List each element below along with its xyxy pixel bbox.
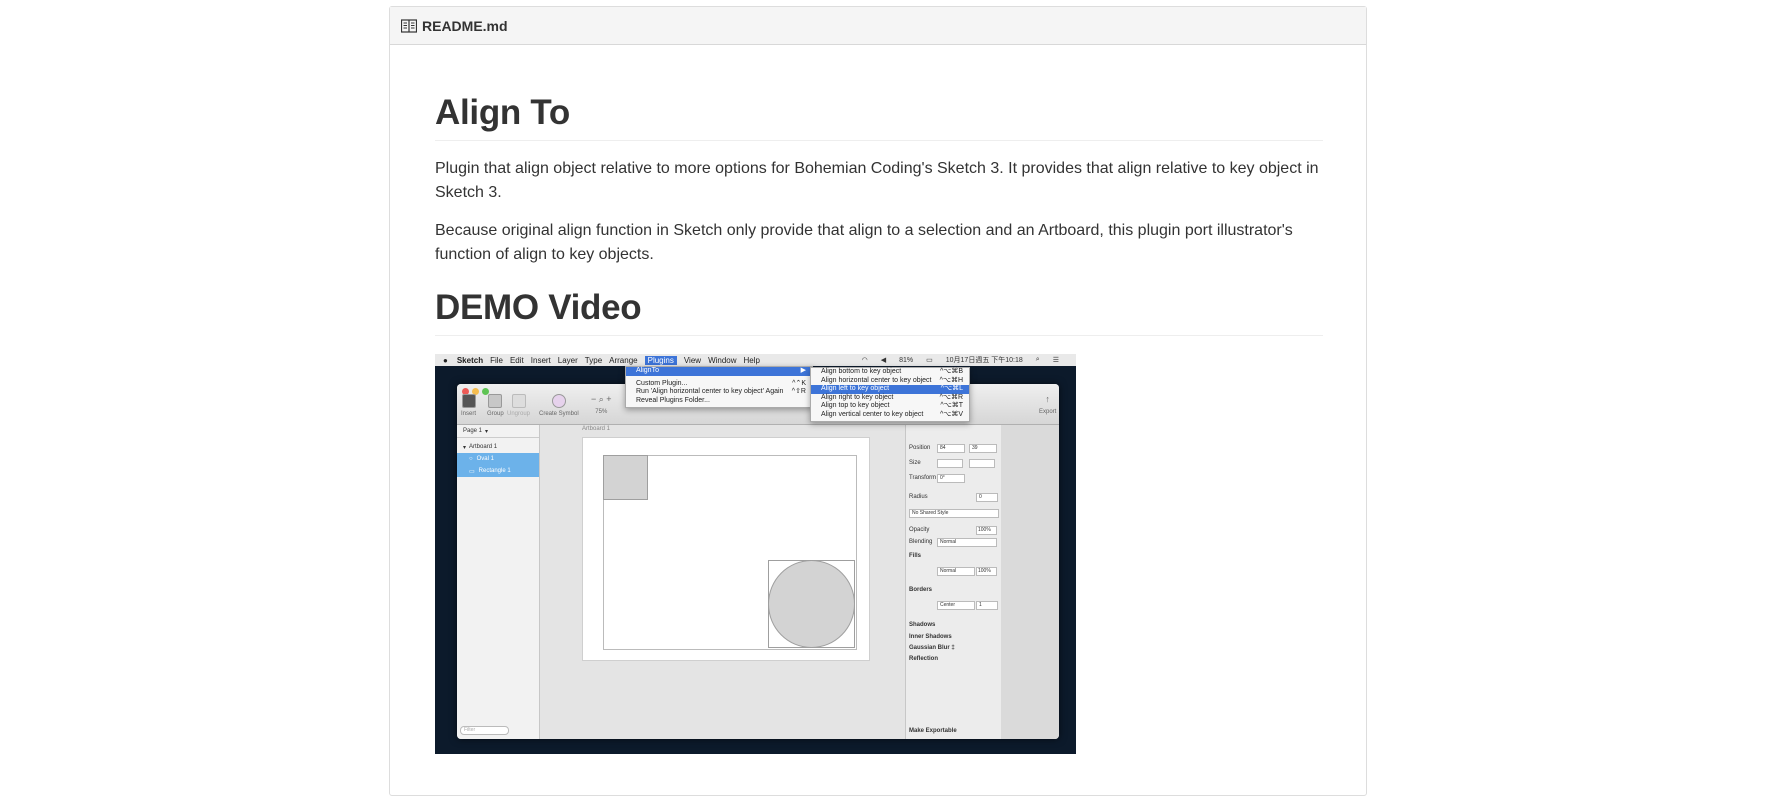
submenu-item-6: Align vertical center to key object ^⌥⌘V [821,410,963,418]
plugins-menu-item-2: Run 'Align horizontal center to key obje… [636,388,806,395]
inspector-panel: Position 84 39 Size Transform 0° Radius … [905,425,1002,739]
demo-heading: DEMO Video [435,287,1323,336]
menu-file: File [490,355,503,365]
description-paragraph-2: Because original align function in Sketc… [435,222,1293,263]
page-title: Align To [435,92,1323,141]
radius-field: 0 [976,493,998,502]
rotate-field: 0° [937,474,965,483]
submenu-item-1: Align bottom to key object ^⌥⌘B [821,368,963,375]
fill-opacity-field: 100% [976,567,997,576]
artboard [582,437,870,661]
spotlight-icon: ⌕ [1035,356,1040,363]
battery-icon: ▭ [926,357,933,364]
menu-help: Help [743,355,760,365]
rectangle-shape [603,455,648,500]
oval-icon: ○ [469,456,473,462]
wifi-icon: ◠ [861,357,868,364]
submenu-item-3: Align left to key object ^⌥⌘L [811,385,969,394]
border-position-select: Center [937,601,975,610]
gaussian-blur-label: Gaussian Blur ‡ [909,645,955,651]
height-field [969,459,995,468]
zoom-tool: − ⌕ +75% [591,394,612,415]
menu-sketch: Sketch [456,355,484,365]
rectangle-icon: ▭ [469,468,475,475]
size-label: Size [909,460,921,466]
shared-style-select: No Shared Style [909,509,999,518]
plugins-menu: AlignTo ▶ Custom Plugin... ^⌃K Run 'Align … [625,366,813,408]
volume-icon: ◀ [880,357,887,364]
fill-blend-select: Normal [937,567,975,576]
battery-label: 81% [899,356,914,364]
file-name[interactable]: README.md [422,18,508,34]
insert-tool: Insert [461,394,476,417]
layer-row-rectangle: ▭ Rectangle 1 [457,465,539,477]
menu-window: Window [708,355,737,365]
radius-label: Radius [909,494,928,500]
make-exportable-label: Make Exportable [909,728,957,734]
group-tool: Group [487,394,504,417]
submenu-item-2: Align horizontal center to key object ^⌥⌘… [821,376,963,384]
page-selector: Page 1 ▾ [457,425,539,438]
apple-icon: ● [443,355,448,365]
plugins-menu-alignto: AlignTo ▶ [626,367,812,376]
menubar-status: ◠ ◀ 81% ▭ 10月17日週五 下午10:18 ⌕ ☰ [856,354,1066,366]
position-label: Position [909,445,931,451]
menu-arrange: Arrange [609,355,638,365]
oval-shape [768,560,855,648]
reflection-label: Reflection [909,656,939,662]
menu-view: View [683,355,702,365]
opacity-label: Opacity [909,527,930,533]
list-icon: ☰ [1052,357,1059,364]
inspector-gutter [1001,425,1059,739]
readme-header: README.md [390,7,1366,45]
submenu-item-4: Align right to key object ^⌥⌘R [821,393,963,401]
plugins-menu-item-3: Reveal Plugins Folder... [636,396,710,404]
opacity-field: 100% [976,526,997,535]
ungroup-tool: Ungroup [507,394,530,417]
demo-screenshot[interactable]: ● Sketch File Edit Insert Layer Type Arr… [435,354,1076,754]
layer-row-oval: ○ Oval 1 [457,453,539,465]
border-thickness-field: 1 [976,601,998,610]
borders-label: Borders [909,587,933,593]
layers-sidebar: Page 1 ▾ ▾ Artboard 1 ○ Oval 1 ▭ Rectangle 1… [457,425,540,739]
blending-label: Blending [909,539,933,545]
position-x-field: 84 [937,444,965,453]
menu-insert: Insert [530,355,551,365]
sketch-window: Insert Group Ungroup Create Symbol − ⌕ +… [457,384,1059,739]
shadows-label: Shadows [909,622,936,628]
filter-field: Filter [460,726,509,735]
width-field [937,459,963,468]
position-y-field: 39 [969,444,997,453]
readme-container: README.md Align To Plugin that align obj… [389,6,1367,796]
menu-type: Type [584,355,603,365]
alignto-submenu: Align bottom to key object ^⌥⌘B Align hor… [810,367,970,422]
transform-label: Transform [909,475,937,481]
sketch-canvas: Artboard 1 [540,425,905,739]
readme-article: Align To Plugin that align object relati… [435,45,1323,754]
export-tool: ↑ Export [1039,394,1057,415]
blending-select: Normal [937,538,997,547]
artboard-row: ▾ Artboard 1 [463,444,498,451]
artboard-label: Artboard 1 [582,426,611,432]
plugins-menu-item-1: Custom Plugin... ^⌃K [636,379,806,387]
book-icon [401,18,417,33]
create-symbol-tool: Create Symbol [539,394,579,417]
description-paragraph: Plugin that align object relative to mor… [435,160,1319,201]
menu-edit: Edit [509,355,524,365]
menu-plugins: Plugins [644,355,677,365]
fills-label: Fills [909,553,922,559]
inner-shadows-label: Inner Shadows [909,634,952,640]
clock: 10月17日週五 下午10:18 [945,357,1023,364]
mac-menubar: ● Sketch File Edit Insert Layer Type Arr… [435,354,1076,366]
submenu-item-5: Align top to key object ^⌥⌘T [821,402,963,409]
menu-layer: Layer [557,355,578,365]
